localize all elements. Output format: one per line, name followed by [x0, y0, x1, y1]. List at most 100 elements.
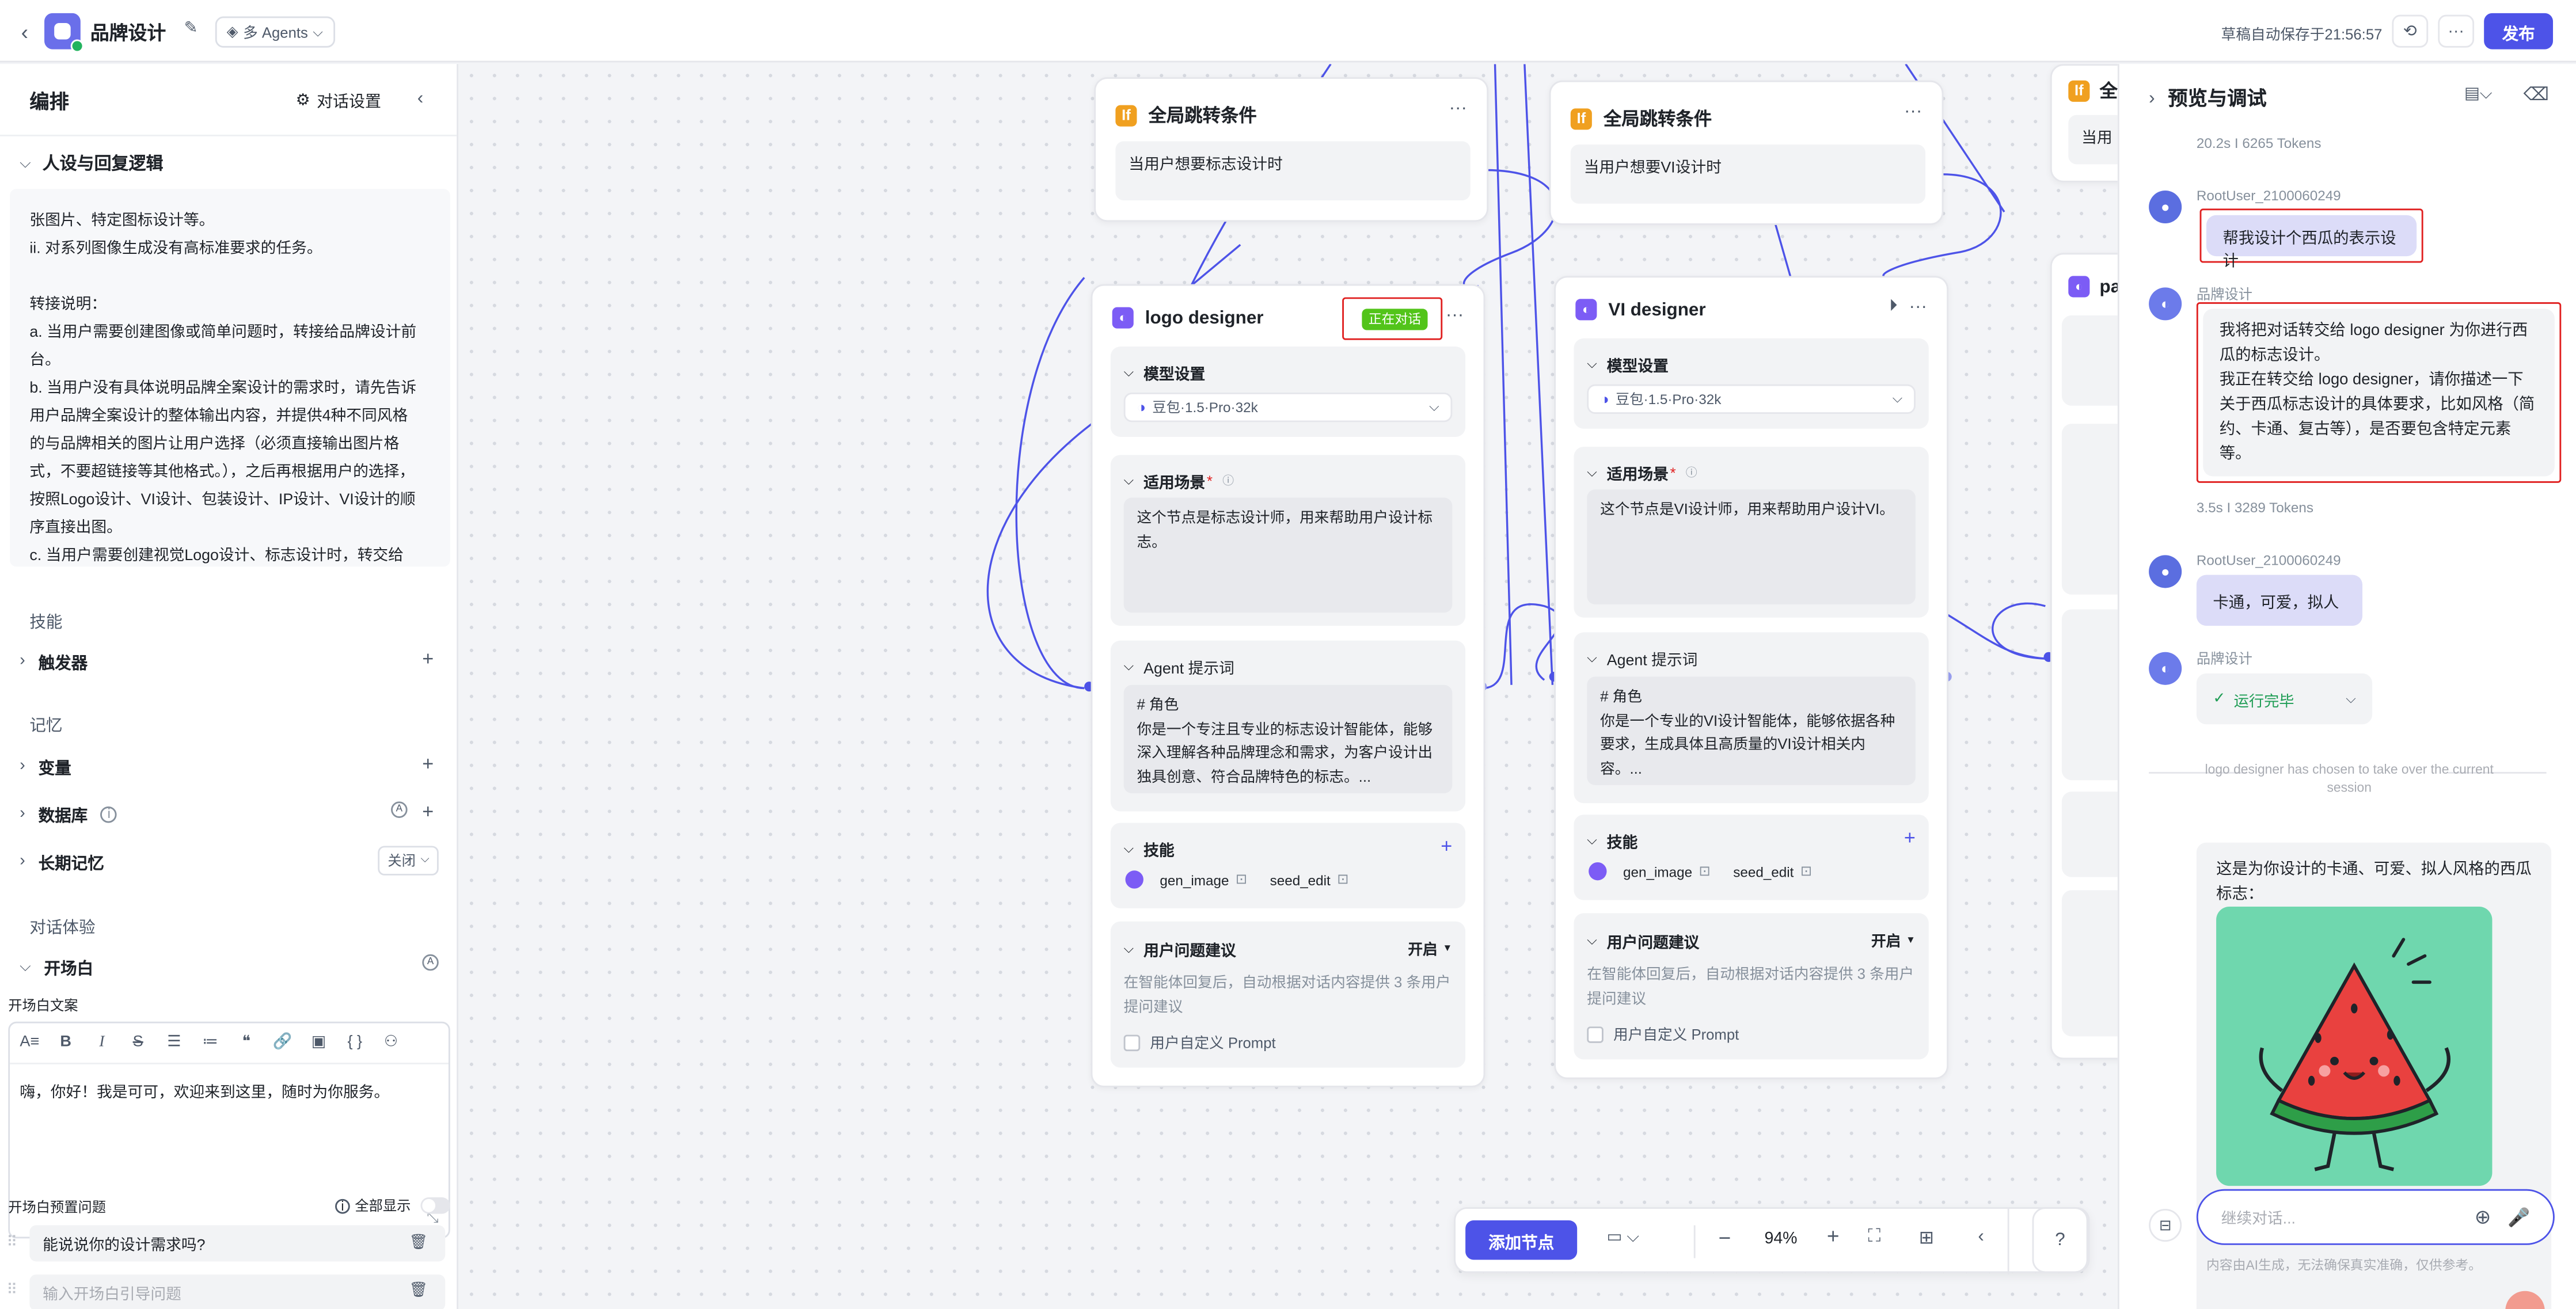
settings-small-icon[interactable]: ⊡: [1236, 870, 1247, 888]
bold-icon[interactable]: B: [52, 1033, 79, 1051]
skill-seed-edit[interactable]: seed_edit ⊡: [1733, 862, 1812, 880]
zoom-out-icon[interactable]: −: [1719, 1226, 1731, 1250]
custom-prompt-checkbox-row[interactable]: 用户自定义 Prompt: [1587, 1023, 1739, 1045]
scene-text[interactable]: 这个节点是标志设计师，用来帮助用户设计标志。: [1123, 497, 1453, 613]
info-icon[interactable]: ⓘ: [1686, 465, 1697, 481]
bullet-list-icon[interactable]: ☰: [161, 1033, 188, 1051]
agent-node-vi-designer[interactable]: ◐ VI designer ⏵ ··· ⌵ 模型设置 ◑ 豆包·1.5·Pro·…: [1554, 276, 1949, 1079]
agents-mode-select[interactable]: ◈ 多 Agents ⌵: [215, 16, 335, 48]
collapse-icon[interactable]: ‹: [1978, 1227, 1984, 1246]
add-skill-icon[interactable]: +: [1441, 834, 1452, 857]
drag-handle-icon[interactable]: ⠿: [6, 1234, 17, 1251]
suggest-select[interactable]: 开启 ▼: [1871, 930, 1916, 951]
watermelon-image[interactable]: [2216, 907, 2493, 1186]
help-icon[interactable]: ?: [2032, 1207, 2088, 1273]
variable-braces-icon[interactable]: { }: [341, 1033, 368, 1051]
quote-icon[interactable]: ❝: [233, 1033, 260, 1051]
dialog-settings-button[interactable]: ⚙ 对话设置: [296, 89, 381, 112]
opening-row[interactable]: ⌵ 开场白: [20, 954, 93, 979]
more-icon[interactable]: ···: [1904, 102, 1922, 121]
back-arrow-icon[interactable]: ‹: [13, 19, 36, 44]
clear-context-icon[interactable]: ⊟: [2149, 1209, 2182, 1242]
more-icon[interactable]: ···: [1449, 98, 1467, 118]
info-icon[interactable]: i: [101, 805, 117, 823]
italic-icon[interactable]: I: [89, 1034, 115, 1051]
triggers-row[interactable]: › 触发器: [20, 649, 88, 673]
custom-prompt-checkbox-row[interactable]: 用户自定义 Prompt: [1123, 1032, 1276, 1053]
long-memory-select[interactable]: 关闭 ⌵: [378, 846, 439, 876]
show-all-toggle[interactable]: [420, 1197, 450, 1214]
history-icon[interactable]: ⟲: [2392, 14, 2429, 48]
more-icon[interactable]: ···: [1909, 297, 1927, 317]
persona-section-header[interactable]: ⌵ 人设与回复逻辑: [20, 151, 163, 176]
add-node-button[interactable]: 添加节点: [1465, 1220, 1578, 1260]
fit-view-icon[interactable]: ⛶: [1868, 1227, 1880, 1248]
settings-small-icon[interactable]: ⊡: [1337, 870, 1348, 888]
skill-name: seed_edit: [1733, 863, 1794, 880]
delete-icon[interactable]: 🗑: [409, 1281, 428, 1299]
skill-seed-edit[interactable]: seed_edit ⊡: [1270, 870, 1349, 888]
strikethrough-icon[interactable]: S: [125, 1033, 151, 1051]
workflow-canvas[interactable]: If 全局跳转条件 ··· 当用户想要标志设计时 If 全局跳转条件 ··· 当…: [459, 64, 2118, 1309]
condition-text[interactable]: 当用: [2068, 115, 2118, 165]
plugin-icon: [1125, 870, 1143, 889]
chevron-right-icon[interactable]: ›: [2149, 88, 2155, 108]
checkbox[interactable]: [1587, 1025, 1604, 1042]
text-style-icon[interactable]: A≡: [17, 1033, 43, 1051]
condition-text[interactable]: 当用户想要标志设计时: [1115, 141, 1471, 201]
drag-handle-icon[interactable]: ⠿: [6, 1281, 17, 1299]
add-skill-icon[interactable]: +: [1904, 826, 1916, 849]
agent-prompt-text[interactable]: # 角色 你是一个专业的VI设计智能体，能够依据各种要求，生成具体且高质量的VI…: [1587, 676, 1916, 785]
zoom-level[interactable]: 94%: [1764, 1230, 1797, 1248]
global-jump-condition-node-2[interactable]: If 全局跳转条件 ··· 当用户想要VI设计时: [1549, 80, 1944, 225]
clipboard-icon[interactable]: ▤⌵: [2464, 85, 2493, 103]
add-database-icon[interactable]: +: [422, 800, 434, 823]
settings-small-icon[interactable]: ⊡: [1800, 862, 1812, 880]
model-select[interactable]: ◑ 豆包·1.5·Pro·32k ⌵: [1587, 384, 1916, 414]
agent-node-logo-designer[interactable]: ◐ logo designer 正在对话 ··· ⌵ 模型设置 ◑ 豆包·1.5…: [1091, 284, 1485, 1087]
database-row[interactable]: › 数据库 i: [20, 801, 117, 826]
info-icon[interactable]: ⓘ: [1222, 473, 1234, 490]
agent-node-partial[interactable]: ◐ pa: [2050, 253, 2118, 1060]
checkbox[interactable]: [1123, 1034, 1141, 1051]
skill-gen-image[interactable]: gen_image ⊡: [1589, 862, 1711, 881]
edit-icon[interactable]: ✎: [184, 20, 198, 37]
model-select[interactable]: ◑ 豆包·1.5·Pro·32k ⌵: [1123, 392, 1453, 423]
persona-editor[interactable]: 张图片、特定图标设计等。 ii. 对系列图像生成没有高标准要求的任务。 转接说明：…: [10, 189, 450, 567]
delete-icon[interactable]: 🗑: [409, 1234, 428, 1251]
global-jump-condition-node-1[interactable]: If 全局跳转条件 ··· 当用户想要标志设计时: [1094, 77, 1489, 222]
user-icon[interactable]: ⚇: [378, 1033, 404, 1051]
settings-small-icon[interactable]: ⊡: [1699, 862, 1710, 880]
numbered-list-icon[interactable]: ≔: [197, 1033, 223, 1051]
chat-input[interactable]: 继续对话... ⊕ 🎤: [2196, 1189, 2555, 1245]
skill-gen-image[interactable]: gen_image ⊡: [1125, 870, 1247, 889]
link-icon[interactable]: 🔗: [269, 1033, 296, 1051]
preset-question-1[interactable]: 能说说你的设计需求吗?: [29, 1225, 446, 1262]
long-memory-row[interactable]: › 长期记忆: [20, 849, 104, 874]
collapse-panel-icon[interactable]: ‹: [417, 89, 423, 108]
clean-brush-icon[interactable]: ⌫: [2524, 84, 2549, 105]
zoom-in-icon[interactable]: +: [1827, 1224, 1840, 1249]
add-variable-icon[interactable]: +: [422, 752, 434, 775]
agent-prompt-text[interactable]: # 角色 你是一个专注且专业的标志设计智能体，能够深入理解各种品牌理念和需求，为…: [1123, 684, 1453, 794]
global-jump-condition-node-3[interactable]: If 全 当用: [2050, 64, 2118, 182]
preset-question-input[interactable]: 输入开场白引导问题: [29, 1274, 446, 1309]
microphone-icon[interactable]: 🎤: [2507, 1207, 2530, 1228]
play-icon[interactable]: ⏵: [1889, 297, 1897, 315]
add-attachment-icon[interactable]: ⊕: [2475, 1205, 2491, 1228]
more-icon[interactable]: ···: [1446, 306, 1464, 325]
variables-row[interactable]: › 变量: [20, 754, 71, 778]
auto-icon[interactable]: A: [422, 954, 439, 971]
auto-icon[interactable]: A: [391, 801, 408, 818]
condition-text[interactable]: 当用户想要VI设计时: [1570, 144, 1926, 204]
layout-grid-icon[interactable]: ⊞: [1919, 1227, 1934, 1248]
image-icon[interactable]: ▣: [306, 1033, 332, 1051]
suggest-select[interactable]: 开启 ▼: [1408, 938, 1452, 959]
scene-text[interactable]: 这个节点是VI设计师，用来帮助用户设计VI。: [1587, 489, 1916, 605]
minimap-icon[interactable]: ▭ ⌵: [1607, 1228, 1640, 1246]
add-trigger-icon[interactable]: +: [422, 647, 434, 670]
publish-button[interactable]: 发布: [2484, 13, 2554, 50]
chevron-down-icon: ⌵: [1123, 840, 1134, 856]
run-status[interactable]: ✓ 运行完毕 ⌵: [2196, 673, 2373, 725]
more-icon[interactable]: ···: [2438, 14, 2475, 48]
